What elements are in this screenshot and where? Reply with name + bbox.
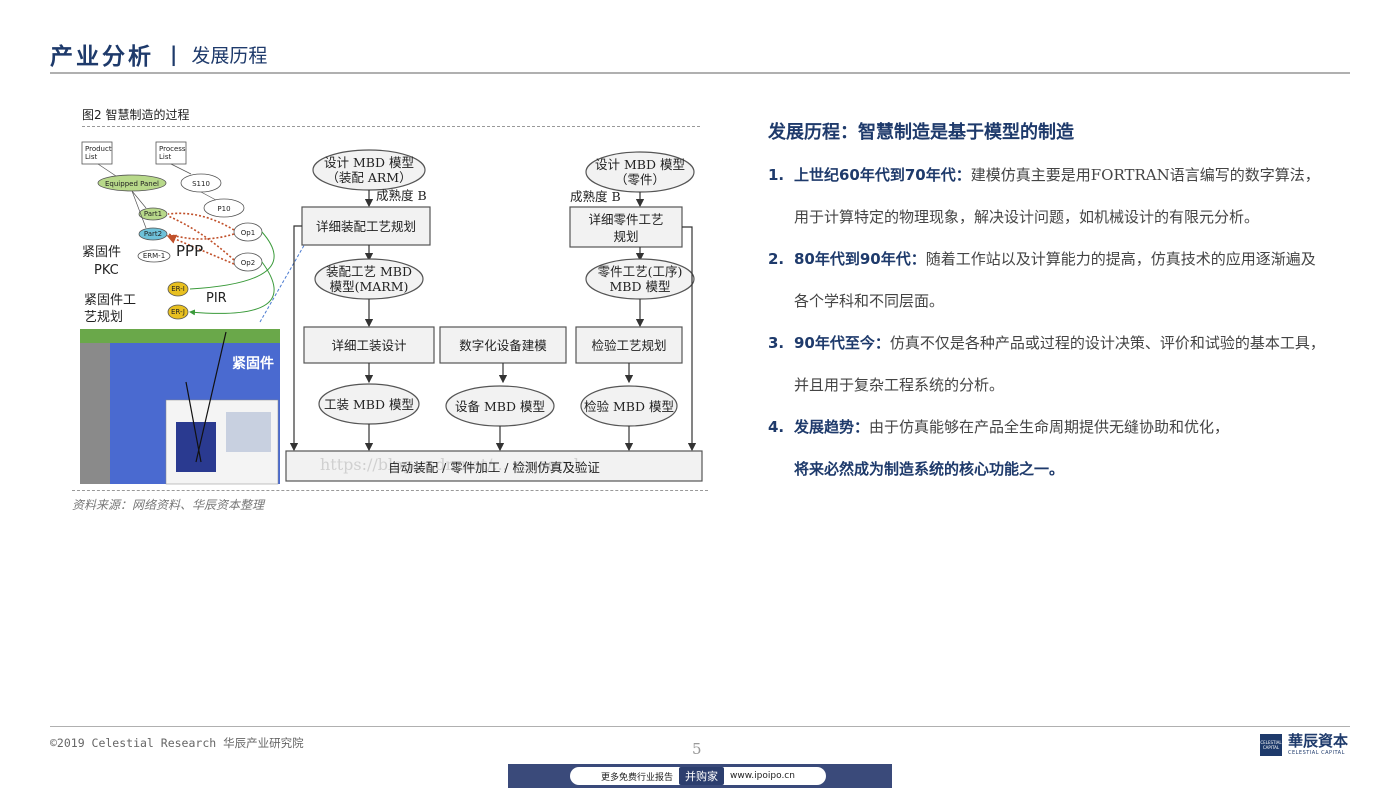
part2-label: Part2	[144, 230, 162, 238]
part1-label: Part1	[144, 210, 162, 218]
op1-label: Op1	[241, 229, 255, 237]
cad-screenshot-top	[80, 329, 280, 343]
inspection-mbd-label: 检验 MBD 模型	[584, 399, 674, 414]
bottom-process-label: 自动装配 / 零件加工 / 检测仿真及验证	[388, 460, 600, 475]
detail-part-plan-label-2: 规划	[613, 229, 638, 244]
arrow-right-feed	[682, 226, 697, 452]
fastener-image-label: 紧固件	[232, 355, 274, 372]
footer-divider	[50, 726, 1350, 727]
er-a-label: ER-I	[171, 285, 185, 293]
ppp-schematic: Product List Process List Equipped Panel S…	[81, 141, 275, 325]
detail-assy-plan-label: 详细装配工艺规划	[316, 219, 416, 234]
s110-label: S110	[192, 180, 210, 188]
list-item: 2. 80年代到90年代：随着工作站以及计算能力的提高，仿真技术的应用逐渐遍及各…	[768, 238, 1328, 322]
list-item: 3. 90年代至今：仿真不仅是各种产品或过程的设计决策、评价和试验的基本工具，并…	[768, 322, 1328, 406]
logo-english: CELESTIAL CAPITAL	[1288, 750, 1345, 756]
promo-pill[interactable]: 更多免费行业报告 并购家 www.ipoipo.cn	[570, 767, 826, 785]
logo-text: 華辰資本 CELESTIAL CAPITAL	[1288, 732, 1349, 757]
part-mbd-label-1: 设计 MBD 模型	[595, 157, 685, 172]
equipped-panel-label: Equipped Panel	[105, 180, 159, 188]
header-divider	[50, 72, 1350, 74]
flowchart: 设计 MBD 模型 （装配 ARM） 成熟度 B 详细装配工艺规划 装配工艺 M…	[285, 149, 703, 482]
fastener-pkc-label-2: PKC	[94, 263, 119, 278]
cad-screenshot: 紧固件	[80, 329, 280, 485]
part-mbd-label-2: （零件）	[615, 172, 665, 187]
cad-screenshot-left	[80, 343, 110, 484]
digital-equipment-label: 数字化设备建模	[459, 338, 547, 353]
cad-screenshot-panel	[226, 412, 271, 452]
p10-label: P10	[217, 205, 230, 213]
content-title: 发展历程：智慧制造是基于模型的制造	[768, 122, 1074, 143]
fastener-plan-label-1: 紧固件工	[84, 293, 136, 308]
list-item: 4. 发展趋势：由于仿真能够在产品全生命周期提供无缝协助和优化， 将来必然成为制造…	[768, 406, 1328, 490]
logo-chinese: 華辰資本	[1288, 732, 1349, 750]
assy-mbd-label-2: （装配 ARM）	[326, 170, 411, 185]
figure-top-rule	[82, 126, 700, 127]
diagram-svg: Product List Process List Equipped Panel S…	[80, 141, 703, 485]
page-number: 5	[692, 740, 702, 758]
timeline-list: 1. 上世纪60年代到70年代：建模仿真主要是用FORTRAN语言编写的数字算法…	[768, 154, 1328, 490]
tooling-design-label: 详细工装设计	[331, 338, 406, 353]
list-number: 2.	[768, 250, 785, 268]
list-body: 由于仿真能够在产品全生命周期提供无缝协助和优化，	[869, 418, 1230, 436]
marm-label-1: 装配工艺 MBD	[326, 264, 412, 279]
ppp-label: PPP	[176, 242, 203, 260]
logo-mark-icon: CELESTIAL CAPITAL	[1260, 733, 1282, 756]
company-logo: CELESTIAL CAPITAL 華辰資本 CELESTIAL CAPITAL	[1260, 733, 1348, 756]
subsection-title: 发展历程	[191, 44, 268, 67]
title-separator: |	[170, 42, 178, 66]
copyright: ©2019 Celestial Research 华辰产业研究院	[50, 736, 304, 750]
section-title: 产业分析	[50, 44, 154, 70]
figure-caption: 图2 智慧制造的过程	[82, 108, 190, 122]
list-heading: 上世纪60年代到70年代：	[794, 166, 971, 184]
list-heading: 90年代至今：	[794, 334, 890, 352]
inspection-plan-label: 检验工艺规划	[591, 338, 666, 353]
cad-screenshot-table	[176, 422, 216, 472]
promo-text: 更多免费行业报告	[601, 772, 674, 783]
equipment-mbd-label: 设备 MBD 模型	[455, 399, 545, 414]
figure-source: 资料来源：网络资料、华辰资本整理	[72, 498, 265, 512]
pir-label: PIR	[206, 291, 227, 306]
op2-label: Op2	[241, 259, 255, 267]
list-emphasis: 将来必然成为制造系统的核心功能之一。	[794, 460, 1065, 478]
list-item: 1. 上世纪60年代到70年代：建模仿真主要是用FORTRAN语言编写的数字算法…	[768, 154, 1328, 238]
manufacturing-process-diagram: Product List Process List Equipped Panel S…	[76, 132, 710, 486]
part-proc-label-2: MBD 模型	[610, 279, 671, 294]
marm-label-2: 模型(MARM)	[330, 279, 409, 294]
detail-part-plan-label-1: 详细零件工艺	[588, 212, 663, 227]
promo-brand: 并购家	[679, 767, 725, 785]
page-header: 产业分析 | 发展历程	[50, 38, 267, 70]
er-b-label: ER-J	[171, 308, 185, 316]
promo-banner[interactable]: 更多免费行业报告 并购家 www.ipoipo.cn	[508, 764, 892, 788]
fastener-plan-label-2: 艺规划	[84, 310, 123, 325]
promo-url-link[interactable]: www.ipoipo.cn	[730, 771, 795, 781]
erm1-label: ERM-1	[143, 252, 165, 260]
tooling-mbd-label: 工装 MBD 模型	[324, 397, 414, 412]
list-heading: 发展趋势：	[794, 418, 870, 436]
part-proc-label-1: 零件工艺(工序)	[598, 264, 683, 279]
list-number: 4.	[768, 418, 785, 436]
list-heading: 80年代到90年代：	[794, 250, 926, 268]
figure-bottom-rule	[72, 490, 708, 491]
maturity-b-label: 成熟度 B	[570, 189, 621, 204]
assy-mbd-label-1: 设计 MBD 模型	[324, 155, 414, 170]
arrow-left-feed	[289, 225, 302, 452]
list-number: 3.	[768, 334, 785, 352]
link-to-assembly	[259, 241, 307, 323]
fastener-pkc-label-1: 紧固件	[82, 245, 121, 260]
maturity-a-label: 成熟度 B	[376, 188, 427, 203]
list-number: 1.	[768, 166, 785, 184]
